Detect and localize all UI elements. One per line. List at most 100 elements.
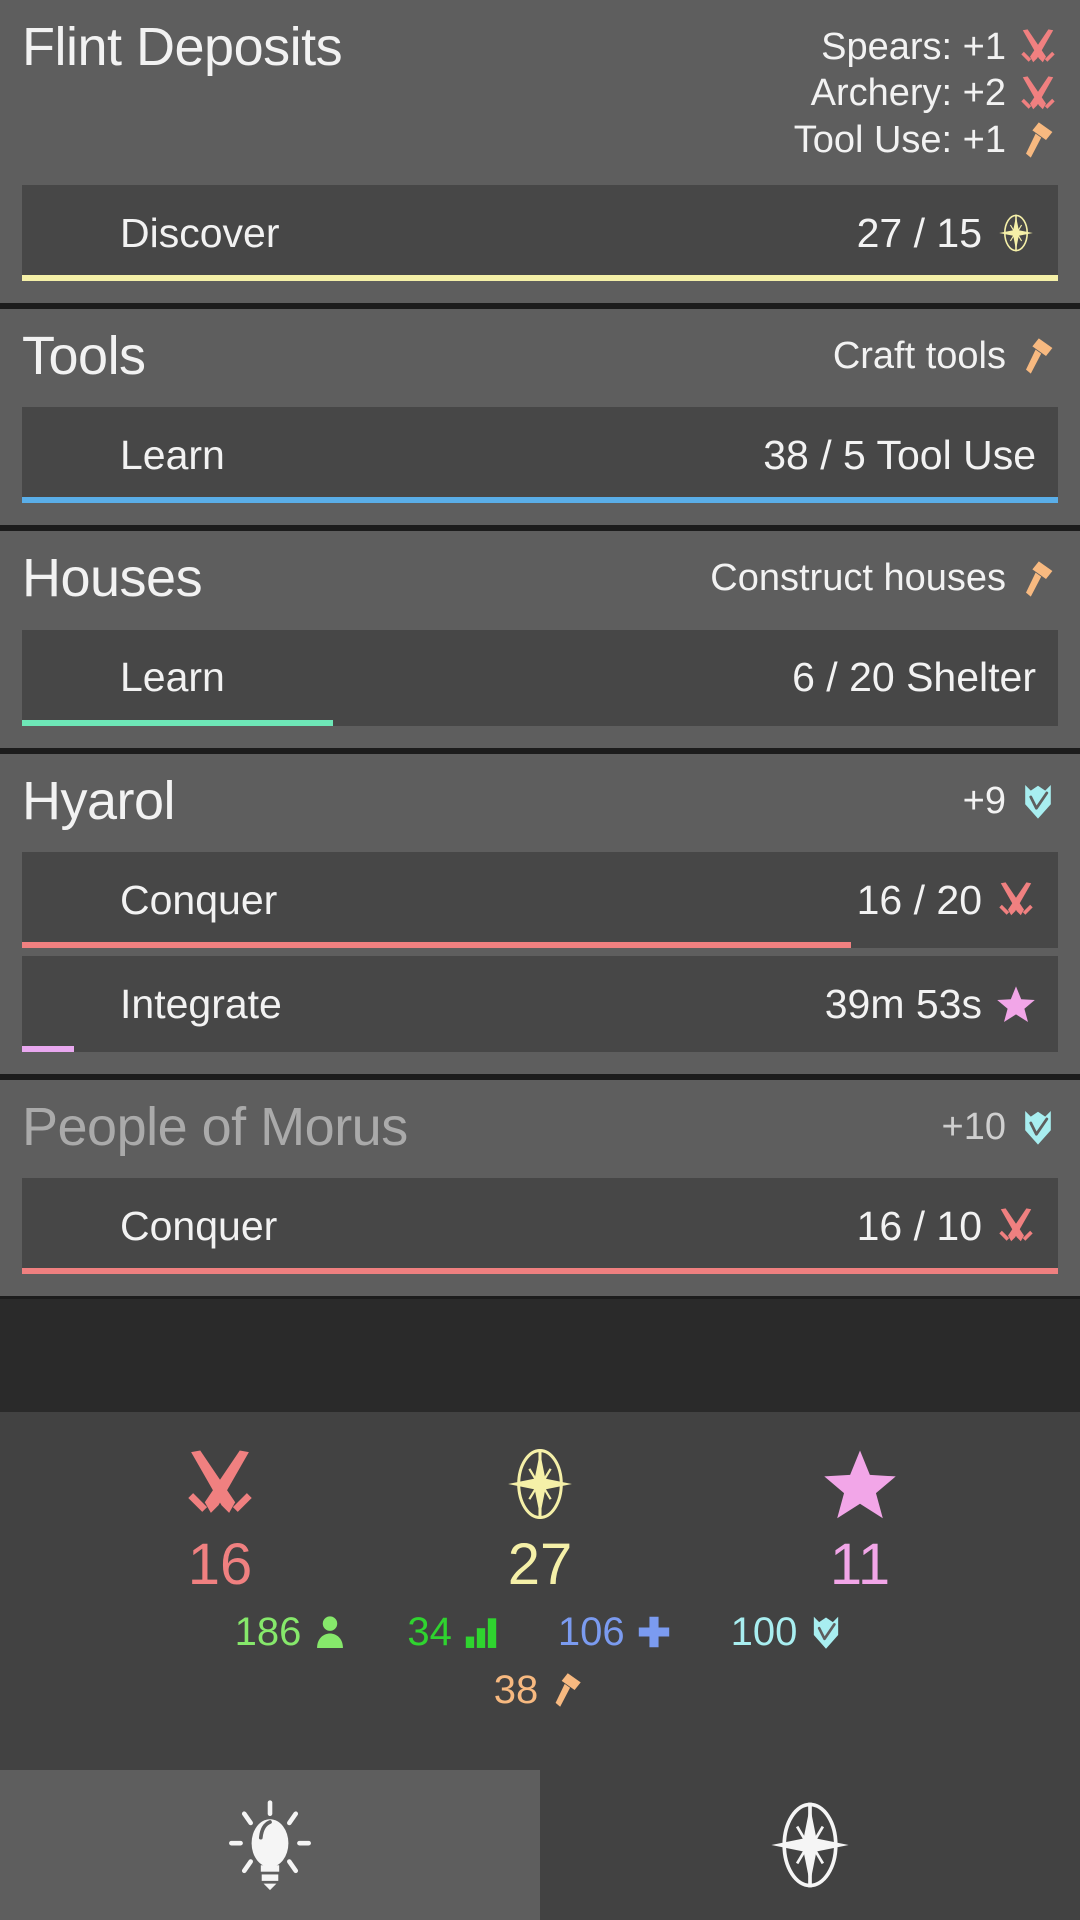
secondary-stats: 186 34 106 100 [0,1594,1080,1652]
card-title: Tools [22,326,146,387]
action-row-value: 16 / 10 [857,1203,1036,1250]
action-row-value: 6 / 20 Shelter [792,654,1036,701]
card-meta: Craft tools [833,327,1058,379]
primary-stats: 16 27 11 [0,1412,1080,1594]
card-meta-label: +10 [941,1106,1006,1149]
tab-ideas[interactable] [0,1770,540,1920]
card-header: Houses Construct houses [22,531,1058,621]
primary-stat-value: 27 [507,1532,573,1597]
action-row-label: Learn [120,431,225,478]
action-row-content: Integrate 39m 53s [22,956,1058,1052]
card-meta-line: Spears: +1 [794,24,1058,70]
card-header: People of Morus +10 [22,1080,1058,1170]
card-header: Flint Deposits Spears: +1 Archery: +2 Tool … [22,0,1058,177]
plus-icon [635,1613,673,1651]
action-row-value: 39m 53s [825,981,1036,1028]
action-row-value-text: 16 / 10 [856,1202,982,1249]
card-meta-line: Craft tools [833,333,1058,379]
action-row-label: Discover [120,209,280,256]
action-row-value-text: 16 / 20 [856,876,982,923]
action-row-label: Conquer [120,1202,278,1249]
progress-bar [22,942,851,949]
action-row-content: Conquer 16 / 10 [22,1178,1058,1274]
card-meta-label: Archery: +2 [810,72,1006,115]
action-row[interactable]: Integrate 39m 53s [22,956,1058,1053]
lightbulb-icon [224,1799,316,1891]
bar-chart-icon [462,1613,500,1651]
star-icon [996,984,1036,1024]
action-row-value: 16 / 20 [857,877,1036,924]
star-icon [822,1446,898,1522]
card-meta-label: +9 [962,779,1006,822]
bottom-nav[interactable] [0,1770,1080,1920]
card-meta-label: Construct houses [710,557,1006,600]
compass-rose-icon [764,1799,856,1891]
hammer-icon [548,1671,586,1709]
compass-rose-icon [996,213,1036,253]
secondary-stat-value: 34 [407,1610,452,1654]
action-row-value: 38 / 5 Tool Use [763,432,1036,479]
progress-bar [22,719,333,726]
card: People of Morus +10 Conquer 16 / 10 [0,1077,1080,1300]
card-meta: Spears: +1 Archery: +2 Tool Use: +1 [794,18,1058,163]
primary-stat: 27 [440,1446,640,1594]
secondary-stat-value: 106 [557,1610,625,1654]
tab-explore[interactable] [540,1770,1080,1920]
card-meta: +9 [963,772,1058,824]
card-title: Flint Deposits [22,17,343,77]
shield-icon [807,1613,845,1651]
card: Flint Deposits Spears: +1 Archery: +2 Tool … [0,0,1080,307]
action-row-label: Conquer [120,876,278,923]
action-row-value-text: 39m 53s [824,980,982,1027]
progress-bar [22,497,1058,504]
secondary-stat: 100 [731,1612,846,1652]
card-meta-line: +10 [942,1104,1058,1150]
card-meta-line: +9 [963,778,1058,824]
action-row-value-text: 27 / 15 [856,209,982,256]
hammer-icon [1018,120,1058,160]
action-row-content: Conquer 16 / 20 [22,852,1058,948]
card-header: Tools Craft tools [22,309,1058,399]
card-meta-label: Spears: +1 [821,26,1006,68]
primary-stat: 16 [120,1446,320,1594]
secondary-stats-row-2: 38 [0,1652,1080,1710]
crossed-swords-icon [996,880,1036,920]
progress-bar [22,275,1058,282]
card-meta-label: Tool Use: +1 [793,118,1006,161]
card: Tools Craft tools Learn 38 / 5 Tool Use [0,306,1080,529]
card-meta: +10 [942,1098,1058,1150]
crossed-swords-icon [1018,74,1058,114]
primary-stat: 11 [760,1446,960,1594]
card-meta-line: Archery: +2 [794,70,1058,116]
crossed-swords-icon [182,1446,258,1522]
action-row[interactable]: Learn 38 / 5 Tool Use [22,407,1058,504]
game-screen: Flint Deposits Spears: +1 Archery: +2 Tool … [0,0,1080,1920]
crossed-swords-icon [996,1206,1036,1246]
card: Hyarol +9 Conquer 16 / 20 Integrate 39m 53s [0,750,1080,1078]
action-row[interactable]: Discover 27 / 15 [22,185,1058,282]
progress-bar [22,1268,1058,1275]
card-meta-line: Tool Use: +1 [794,117,1058,163]
shield-icon [1018,1107,1058,1147]
card-list[interactable]: Flint Deposits Spears: +1 Archery: +2 Tool … [0,0,1080,1412]
secondary-stat-value: 186 [234,1610,302,1654]
action-row-label: Learn [120,654,225,701]
person-icon [311,1613,349,1651]
hammer-icon [1018,559,1058,599]
action-row[interactable]: Learn 6 / 20 Shelter [22,629,1058,726]
action-row-content: Learn 6 / 20 Shelter [22,630,1058,726]
action-row-value: 27 / 15 [857,210,1036,257]
action-row-content: Learn 38 / 5 Tool Use [22,407,1058,503]
action-row[interactable]: Conquer 16 / 10 [22,1178,1058,1275]
compass-rose-icon [502,1446,578,1522]
shield-icon [1018,781,1058,821]
card-meta-line: Construct houses [710,555,1058,601]
action-row-value-text: 38 / 5 Tool Use [763,431,1036,478]
secondary-stat-value: 100 [730,1610,798,1654]
card-header: Hyarol +9 [22,754,1058,844]
action-row[interactable]: Conquer 16 / 20 [22,852,1058,949]
action-row-label: Integrate [120,980,282,1027]
card-title: Hyarol [22,770,176,831]
secondary-stat: 106 [558,1612,673,1652]
resource-hud: 16 27 11 186 34 106 100 38 [0,1412,1080,1920]
